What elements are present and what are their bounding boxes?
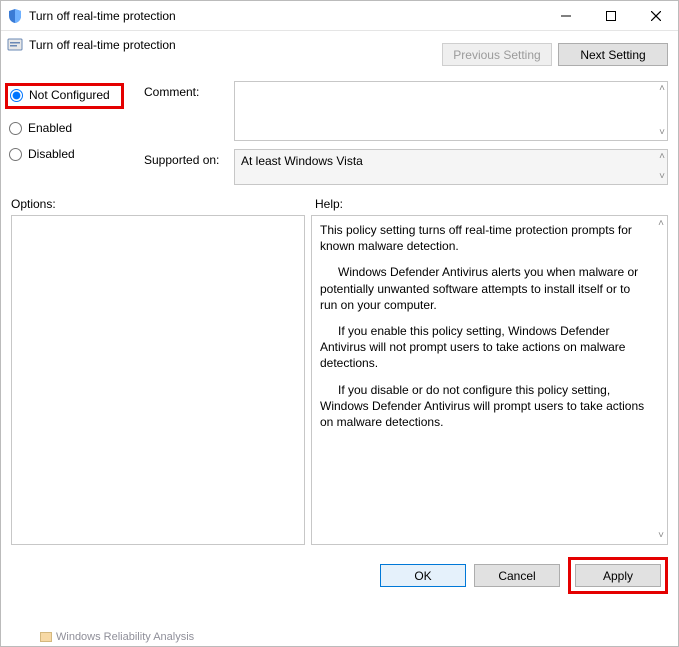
help-p1: This policy setting turns off real-time … [320,222,647,254]
highlight-apply: Apply [568,557,668,594]
radio-disabled-label: Disabled [28,147,75,161]
radio-enabled-label: Enabled [28,121,72,135]
help-scrollbar[interactable]: ˄˅ [658,219,664,541]
options-panel [11,215,305,545]
supported-textarea: At least Windows Vista ˄˅ [234,149,668,185]
help-panel: This policy setting turns off real-time … [311,215,668,545]
next-setting-button[interactable]: Next Setting [558,43,668,66]
close-button[interactable] [633,1,678,31]
radio-disabled[interactable]: Disabled [9,147,124,161]
policy-icon [7,37,23,53]
window-title: Turn off real-time protection [29,9,543,23]
dialog-footer: OK Cancel Apply [1,545,678,602]
comment-textarea[interactable]: ˄˅ [234,81,668,141]
radio-not-configured[interactable]: Not Configured [10,88,117,102]
highlight-not-configured: Not Configured [5,83,124,109]
radio-not-configured-input[interactable] [10,89,23,102]
minimize-button[interactable] [543,1,588,31]
radio-enabled-input[interactable] [9,122,22,135]
supported-scrollbar: ˄˅ [659,152,665,182]
apply-button[interactable]: Apply [575,564,661,587]
sub-title: Turn off real-time protection [29,38,176,52]
comment-label: Comment: [144,81,234,99]
radio-disabled-input[interactable] [9,148,22,161]
maximize-button[interactable] [588,1,633,31]
help-p4: If you disable or do not configure this … [320,382,647,431]
window-icon [7,8,23,24]
previous-setting-button: Previous Setting [442,43,552,66]
sub-header: Turn off real-time protection Previous S… [1,31,678,81]
radio-not-configured-label: Not Configured [29,88,110,102]
ok-button[interactable]: OK [380,564,466,587]
supported-label: Supported on: [144,149,234,167]
cancel-button[interactable]: Cancel [474,564,560,587]
supported-value: At least Windows Vista [241,154,363,168]
help-label: Help: [315,197,343,211]
options-label: Options: [11,197,305,211]
state-radio-group: Not Configured Enabled Disabled [9,81,124,185]
radio-enabled[interactable]: Enabled [9,121,124,135]
background-tree-item: Windows Reliability Analysis [40,631,194,643]
title-bar: Turn off real-time protection [1,1,678,31]
comment-scrollbar[interactable]: ˄˅ [659,84,665,138]
folder-icon [40,632,52,642]
help-p2: Windows Defender Antivirus alerts you wh… [320,264,647,313]
help-p3: If you enable this policy setting, Windo… [320,323,647,372]
